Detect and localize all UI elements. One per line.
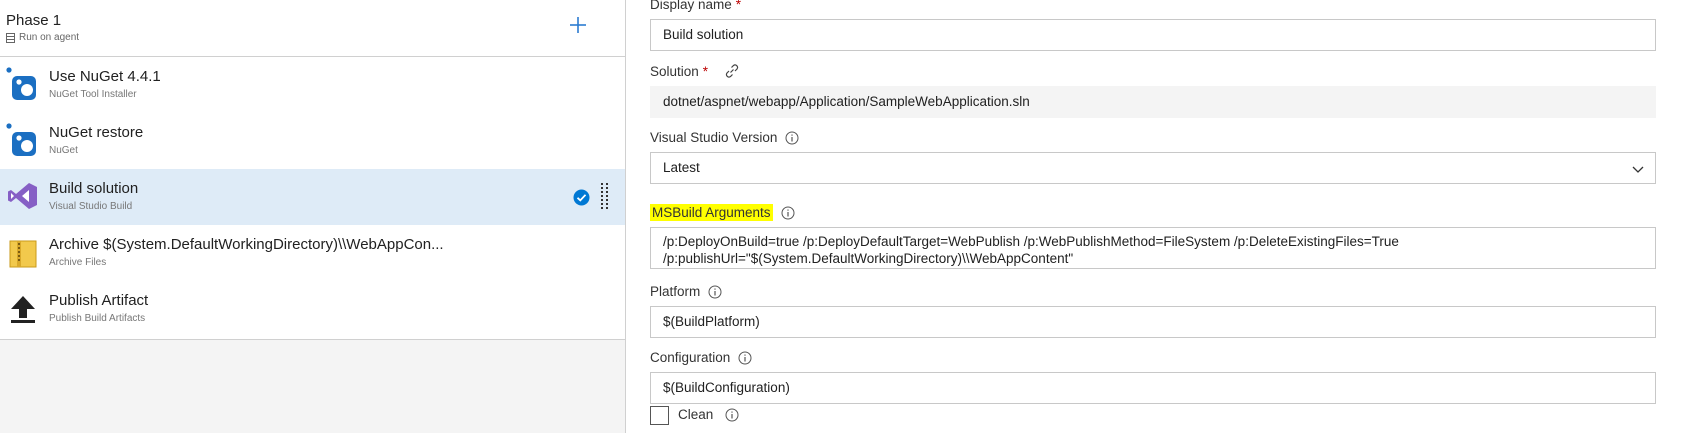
msbuild-args-label-text: MSBuild Arguments: [650, 204, 773, 221]
visual-studio-icon: [8, 183, 37, 209]
info-icon[interactable]: [738, 351, 752, 365]
task-subtitle: Archive Files: [49, 257, 107, 268]
task-item-publish-artifact[interactable]: Publish Artifact Publish Build Artifacts: [0, 281, 625, 337]
msbuild-args-textarea[interactable]: /p:DeployOnBuild=true /p:DeployDefaultTa…: [650, 227, 1656, 269]
vs-version-label: Visual Studio Version: [650, 130, 799, 145]
task-subtitle: NuGet Tool Installer: [49, 89, 137, 100]
chevron-down-icon: [1632, 166, 1644, 173]
checkmark-circle-icon: [573, 189, 590, 206]
clean-label: Clean: [678, 407, 739, 422]
info-icon[interactable]: [708, 285, 722, 299]
phase-subtitle: Run on agent: [19, 32, 80, 43]
required-marker: *: [735, 0, 742, 12]
platform-input[interactable]: $(BuildPlatform): [650, 306, 1656, 338]
upload-arrow-icon: [11, 296, 35, 323]
phase-title: Phase 1: [6, 12, 62, 29]
task-item-use-nuget[interactable]: Use NuGet 4.4.1 NuGet Tool Installer: [0, 57, 625, 113]
task-subtitle: Publish Build Artifacts: [49, 313, 146, 324]
task-subtitle: NuGet: [49, 145, 78, 156]
link-icon[interactable]: [724, 63, 740, 79]
vs-version-value: Latest: [663, 160, 700, 175]
server-icon: [6, 32, 15, 43]
nuget-icon: [6, 67, 36, 100]
configuration-label: Configuration: [650, 350, 752, 365]
archive-icon: [9, 240, 37, 268]
msbuild-args-line-2: /p:publishUrl="$(System.DefaultWorkingDi…: [663, 251, 1074, 266]
add-task-button[interactable]: [566, 13, 590, 37]
phase-subtitle-row: Run on agent: [6, 32, 79, 43]
drag-handle-icon[interactable]: [601, 183, 609, 211]
display-name-label: Display name *: [650, 0, 741, 12]
info-icon[interactable]: [725, 408, 739, 422]
task-title: Build solution: [49, 180, 139, 197]
platform-label: Platform: [650, 284, 722, 299]
task-list-panel: Phase 1 Run on agent Use NuGet 4.4.1 NuG…: [0, 0, 626, 433]
task-item-archive[interactable]: Archive $(System.DefaultWorkingDirectory…: [0, 225, 625, 281]
vs-version-dropdown[interactable]: Latest: [650, 152, 1656, 184]
msbuild-args-line-1: /p:DeployOnBuild=true /p:DeployDefaultTa…: [663, 234, 1399, 249]
task-settings-panel: Display name * Build solution Solution *…: [626, 0, 1690, 433]
solution-label: Solution *: [650, 63, 740, 79]
clean-checkbox[interactable]: [650, 406, 669, 425]
display-name-input[interactable]: Build solution: [650, 19, 1656, 51]
task-item-nuget-restore[interactable]: NuGet restore NuGet: [0, 113, 625, 169]
task-list: Use NuGet 4.4.1 NuGet Tool Installer NuG…: [0, 57, 625, 340]
task-item-build-solution[interactable]: Build solution Visual Studio Build: [0, 169, 625, 225]
task-title: Publish Artifact: [49, 292, 149, 309]
plus-icon: [570, 17, 586, 33]
nuget-icon: [6, 123, 36, 156]
required-marker: *: [702, 63, 709, 79]
task-title: Use NuGet 4.4.1: [49, 68, 161, 85]
msbuild-args-label: MSBuild Arguments: [650, 204, 795, 221]
task-title: NuGet restore: [49, 124, 144, 141]
configuration-input[interactable]: $(BuildConfiguration): [650, 372, 1656, 404]
task-title: Archive $(System.DefaultWorkingDirectory…: [49, 236, 444, 253]
phase-header[interactable]: Phase 1 Run on agent: [0, 0, 625, 57]
task-subtitle: Visual Studio Build: [49, 201, 133, 212]
info-icon[interactable]: [781, 206, 795, 220]
info-icon[interactable]: [785, 131, 799, 145]
solution-input[interactable]: dotnet/aspnet/webapp/Application/SampleW…: [650, 86, 1656, 118]
